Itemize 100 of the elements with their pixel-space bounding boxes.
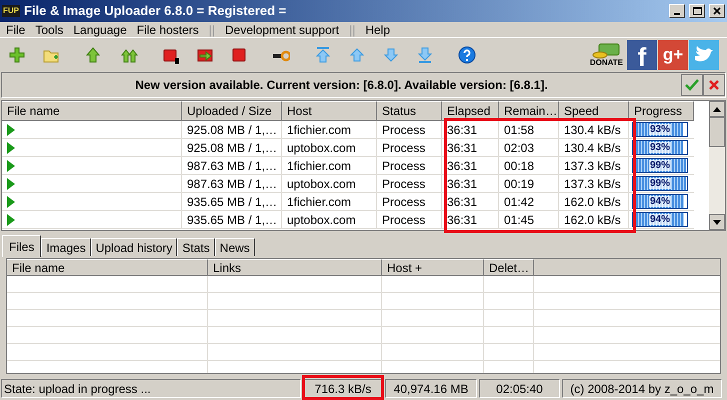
close-icon	[708, 79, 720, 91]
table-cell: 925.08 MB / 1,…	[182, 121, 282, 139]
table-cell: 1fichier.com	[282, 121, 377, 139]
column-header[interactable]: File name	[7, 259, 208, 276]
menu-item[interactable]: File	[6, 20, 26, 38]
tab[interactable]: Upload history	[90, 238, 178, 256]
play-icon	[7, 196, 15, 208]
facebook-logo[interactable]: f	[627, 40, 657, 70]
column-header[interactable]: Uploaded / Size	[182, 101, 282, 121]
google-plus-logo[interactable]: g+	[658, 40, 688, 70]
table-cell: 36:31	[442, 211, 499, 229]
up-arrow-icon[interactable]	[84, 46, 102, 64]
table-cell: 1fichier.com	[282, 193, 377, 211]
column-header[interactable]: Host +	[382, 259, 484, 276]
money-icon[interactable]	[591, 42, 622, 58]
column-header[interactable]: Elapsed	[442, 101, 499, 121]
table-cell: 162.0 kB/s	[559, 193, 629, 211]
table-cell: 36:31	[442, 157, 499, 175]
table-cell: 36:31	[442, 121, 499, 139]
checkmark-icon	[684, 78, 700, 92]
table-cell: 01:58	[499, 121, 559, 139]
play-icon	[7, 178, 15, 190]
play-icon	[7, 124, 15, 136]
table-cell: 162.0 kB/s	[559, 211, 629, 229]
table-cell: 00:19	[499, 175, 559, 193]
menu-separator: ||	[208, 22, 216, 38]
table-cell: 130.4 kB/s	[559, 139, 629, 157]
table-cell: Process	[377, 193, 442, 211]
help-icon[interactable]	[458, 46, 476, 64]
table-cell: Process	[377, 157, 442, 175]
up-icon[interactable]	[348, 46, 366, 64]
table-cell: Process	[377, 175, 442, 193]
status-total: 40,974.16 MB	[385, 379, 477, 398]
menu-item[interactable]: Language	[73, 20, 127, 38]
column-header[interactable]: Speed	[559, 101, 629, 121]
play-icon	[7, 142, 15, 154]
column-header[interactable]: File name	[2, 101, 182, 121]
progress-label: 93%	[649, 124, 671, 135]
column-header[interactable]: Remain…	[499, 101, 559, 121]
down-icon[interactable]	[382, 46, 400, 64]
table-cell: Process	[377, 139, 442, 157]
table-cell: 01:45	[499, 211, 559, 229]
table-cell: Process	[377, 121, 442, 139]
scrollbar[interactable]	[709, 101, 725, 230]
table-cell: 36:31	[442, 139, 499, 157]
table-cell: uptobox.com	[282, 211, 377, 229]
status-text: State: upload in progress ...	[1, 379, 301, 398]
table-cell: 130.4 kB/s	[559, 121, 629, 139]
table-cell: 1fichier.com	[282, 157, 377, 175]
table-cell: 36:31	[442, 193, 499, 211]
table-cell: 02:03	[499, 139, 559, 157]
column-header[interactable]: Status	[377, 101, 442, 121]
upload-top-icon[interactable]	[314, 46, 332, 64]
tab[interactable]: Files	[2, 235, 42, 257]
column-header[interactable]: Links	[208, 259, 382, 276]
tab[interactable]: Stats	[177, 238, 215, 256]
table-cell: 00:18	[499, 157, 559, 175]
scrollbar-thumb[interactable]	[709, 117, 725, 147]
table-cell: 935.65 MB / 1,…	[182, 211, 282, 229]
table-cell: 137.3 kB/s	[559, 175, 629, 193]
table-cell: 925.08 MB / 1,…	[182, 139, 282, 157]
table-cell: 01:42	[499, 193, 559, 211]
table-cell: 935.65 MB / 1,…	[182, 193, 282, 211]
accept-button[interactable]	[681, 74, 703, 96]
progress-label: 99%	[649, 178, 671, 189]
bird-icon[interactable]	[689, 40, 719, 70]
table-cell: 987.63 MB / 1,…	[182, 157, 282, 175]
menu-item[interactable]: File hosters	[136, 20, 199, 38]
progress-label: 94%	[649, 214, 671, 225]
table-cell: Process	[377, 211, 442, 229]
add-icon[interactable]	[8, 46, 26, 64]
menu-item[interactable]: Development support	[225, 20, 340, 38]
stop-icon[interactable]	[230, 46, 248, 64]
menu-item[interactable]: Tools	[35, 20, 64, 38]
status-time: 02:05:40	[479, 379, 560, 398]
menu-item[interactable]: Help	[365, 20, 390, 38]
column-header[interactable]: Delet…	[484, 259, 534, 276]
minimize-button[interactable]	[669, 4, 685, 18]
download-bottom-icon[interactable]	[416, 46, 434, 64]
scroll-down-icon[interactable]	[713, 220, 721, 224]
play-icon	[7, 160, 15, 172]
maximize-icon	[692, 7, 702, 15]
column-header[interactable]: Host	[282, 101, 377, 121]
table-cell: uptobox.com	[282, 175, 377, 193]
tab[interactable]: Images	[41, 238, 91, 256]
progress-label: 93%	[649, 142, 671, 153]
app-icon: FUP	[2, 5, 20, 17]
update-message: New version available. Current version: [6.8.0]. Available version: [6.8.1].	[134, 77, 549, 94]
menu-separator: ||	[349, 22, 356, 38]
table-cell: 987.63 MB / 1,…	[182, 175, 282, 193]
table-cell: 36:31	[442, 175, 499, 193]
scroll-up-icon[interactable]	[713, 106, 721, 112]
maximize-button[interactable]	[689, 4, 705, 18]
progress-label: 99%	[649, 160, 671, 171]
copyright-text: (c) 2008-2014 by z_o_o_m	[562, 379, 722, 398]
play-icon	[7, 214, 15, 226]
donate-label[interactable]: DONATE	[590, 58, 623, 66]
tab[interactable]: News	[214, 238, 255, 256]
window-title: File & Image Uploader 6.8.0 = Registered =	[24, 2, 286, 20]
close-icon	[713, 7, 721, 15]
